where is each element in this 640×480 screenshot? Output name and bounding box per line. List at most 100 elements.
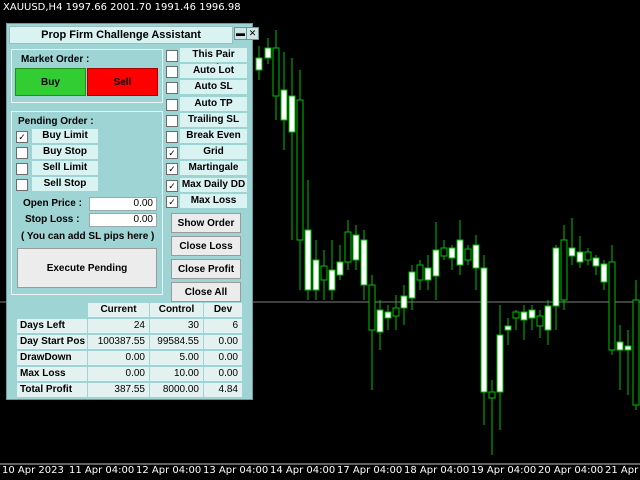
market-order-label: Market Order :	[21, 54, 90, 65]
table-row-label: Day Start Pos	[17, 335, 87, 349]
panel-title[interactable]: Prop Firm Challenge Assistant	[9, 26, 233, 44]
candle-body	[392, 307, 400, 317]
candle-body	[592, 257, 600, 267]
buy-stop-label[interactable]: Buy Stop	[32, 145, 98, 159]
candle-body	[368, 284, 376, 331]
open-price-input[interactable]: 0.00	[89, 197, 157, 211]
time-axis-label: 18 Apr 04:00	[404, 465, 470, 476]
show-order-button[interactable]: Show Order	[171, 213, 241, 233]
candle-body	[448, 247, 456, 259]
sell-limit-checkbox[interactable]	[16, 163, 28, 175]
table-header-dev: Dev	[204, 303, 242, 317]
sl-hint: ( You can add SL pips here )	[21, 231, 155, 242]
candle-body	[544, 305, 552, 331]
buy-limit-checkbox[interactable]: ✓	[16, 131, 28, 143]
table-cell: 8000.00	[150, 383, 203, 397]
table-header-current: Current	[88, 303, 149, 317]
candle-body	[488, 391, 496, 399]
candle-body	[440, 247, 448, 257]
buy-limit-label[interactable]: Buy Limit	[32, 129, 98, 143]
candle-body	[424, 267, 432, 281]
candle-body	[472, 244, 480, 269]
break-even-label[interactable]: Break Even	[180, 129, 247, 143]
time-axis-label: 12 Apr 04:00	[136, 465, 202, 476]
candle-body	[520, 311, 528, 321]
table-cell: 24	[88, 319, 149, 333]
candle-body	[336, 261, 344, 276]
sell-button[interactable]: Sell	[87, 68, 158, 96]
candle-body	[496, 334, 504, 393]
martingale-checkbox[interactable]: ✓	[166, 163, 178, 176]
candle-body	[320, 265, 328, 281]
grid-checkbox[interactable]: ✓	[166, 147, 178, 160]
time-axis-label: 20 Apr 04:00	[538, 465, 604, 476]
grid-label[interactable]: Grid	[180, 145, 247, 160]
candle-body	[432, 249, 440, 277]
close-profit-button[interactable]: Close Profit	[171, 259, 241, 279]
stop-loss-input[interactable]: 0.00	[89, 213, 157, 227]
candle-body	[304, 229, 312, 291]
this-pair-only-label[interactable]: This Pair Only	[180, 48, 247, 74]
max-daily-dd-label[interactable]: Max Daily DD	[180, 177, 247, 192]
auto-sl-checkbox[interactable]	[166, 82, 178, 95]
candle-body	[624, 345, 632, 351]
candle-body	[384, 311, 392, 319]
candle-body	[416, 264, 424, 281]
table-row-label: Days Left	[17, 319, 87, 333]
candle-body	[328, 269, 336, 291]
auto-lot-label[interactable]: Auto Lot	[180, 64, 247, 79]
candle-body	[480, 267, 488, 393]
time-axis-label: 10 Apr 2023	[2, 465, 64, 476]
candle-body	[504, 325, 512, 331]
candle-body	[536, 315, 544, 327]
open-price-label: Open Price :	[23, 198, 82, 209]
candle-body	[512, 311, 520, 319]
auto-lot-checkbox[interactable]	[166, 66, 178, 79]
auto-sl-label[interactable]: Auto SL	[180, 80, 247, 95]
candle-body	[608, 261, 616, 351]
candle-body	[632, 299, 640, 406]
sell-limit-label[interactable]: Sell Limit	[32, 161, 98, 175]
trailing-sl-label[interactable]: Trailing SL	[180, 112, 247, 127]
candle-body	[272, 47, 280, 97]
table-cell: 99584.55	[150, 335, 203, 349]
table-cell: 0.00	[88, 351, 149, 365]
close-all-button[interactable]: Close All	[171, 282, 241, 302]
max-loss-checkbox[interactable]: ✓	[166, 195, 178, 208]
table-row-label: Max Loss	[17, 367, 87, 381]
candle-body	[560, 239, 568, 301]
buy-stop-checkbox[interactable]	[16, 147, 28, 159]
close-icon[interactable]: ✕	[246, 27, 259, 40]
candle-body	[576, 251, 584, 263]
max-loss-label[interactable]: Max Loss	[180, 193, 247, 208]
time-axis-label: 19 Apr 04:00	[471, 465, 537, 476]
candle-body	[464, 248, 472, 261]
table-row-label: Total Profit	[17, 383, 87, 397]
pending-order-label: Pending Order :	[18, 116, 94, 127]
auto-tp-checkbox[interactable]	[166, 98, 178, 111]
this-pair-only-checkbox[interactable]	[166, 50, 178, 62]
execute-pending-button[interactable]: Execute Pending	[17, 248, 157, 288]
table-row-label: DrawDown	[17, 351, 87, 365]
time-axis-label: 21 Apr 04:00	[605, 465, 640, 476]
trailing-sl-checkbox[interactable]	[166, 114, 178, 127]
break-even-checkbox[interactable]	[166, 131, 178, 143]
table-cell: 0.00	[88, 367, 149, 381]
sell-stop-label[interactable]: Sell Stop	[32, 177, 98, 191]
table-cell: 30	[150, 319, 203, 333]
sell-stop-checkbox[interactable]	[16, 179, 28, 191]
close-loss-button[interactable]: Close Loss	[171, 236, 241, 256]
martingale-label[interactable]: Martingale	[180, 161, 247, 176]
candle-body	[616, 341, 624, 351]
candle-body	[400, 295, 408, 309]
auto-tp-label[interactable]: Auto TP	[180, 96, 247, 111]
time-axis: 10 Apr 2023 11 Apr 04:00 12 Apr 04:00 13 Ap…	[0, 465, 640, 480]
table-cell: 6	[204, 319, 242, 333]
candle-body	[600, 263, 608, 283]
table-cell: 0.00	[204, 351, 242, 365]
symbol-info: XAUUSD,H4 1997.66 2001.70 1991.46 1996.9…	[3, 2, 241, 13]
candle-body	[376, 309, 384, 333]
max-daily-dd-checkbox[interactable]: ✓	[166, 179, 178, 192]
buy-button[interactable]: Buy	[15, 68, 86, 96]
table-cell: 10.00	[150, 367, 203, 381]
